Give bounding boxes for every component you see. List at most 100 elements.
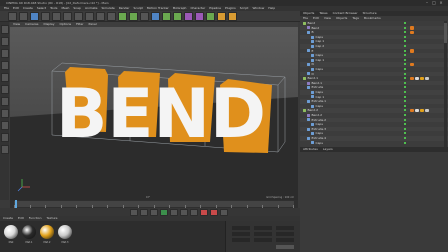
enable-check-icon[interactable] [404,35,406,38]
enable-check-icon[interactable] [404,81,406,84]
object-tag-icon[interactable] [410,108,414,113]
enable-check-icon[interactable] [404,137,406,139]
go-to-start-icon[interactable] [130,208,138,216]
enable-check-icon[interactable] [404,72,406,75]
object-tag-icon[interactable] [410,26,414,30]
material-swatch[interactable] [22,225,36,239]
edges-mode-icon[interactable] [0,85,9,94]
enable-check-icon[interactable] [404,132,406,135]
deformer-icon[interactable] [195,11,204,21]
position-y-field[interactable] [232,232,250,236]
timeline-ruler[interactable] [14,201,294,208]
enable-check-icon[interactable] [404,141,406,144]
next-key-icon[interactable] [180,208,188,216]
enable-check-icon[interactable] [404,54,406,57]
close-button[interactable]: × [438,1,444,5]
coordinate-system-icon[interactable] [107,11,116,21]
enable-check-icon[interactable] [404,63,406,66]
spline-pen-icon[interactable] [162,11,171,21]
enable-check-icon[interactable] [404,22,406,24]
size-z-field[interactable] [254,238,272,242]
enable-check-icon[interactable] [404,100,406,103]
enable-check-icon[interactable] [404,58,406,61]
y-axis-icon[interactable] [85,11,94,21]
go-to-end-icon[interactable] [190,208,198,216]
object-tag-icon[interactable] [415,76,419,81]
object-tag-icon[interactable] [425,108,429,113]
record-icon[interactable] [200,208,208,216]
enable-check-icon[interactable] [404,109,406,112]
x-axis-icon[interactable] [74,11,83,21]
object-tag-icon[interactable] [420,108,424,113]
enable-check-icon[interactable] [404,40,406,43]
rotation-h-field[interactable] [276,226,294,230]
make-editable-icon[interactable] [0,25,9,34]
previous-key-icon[interactable] [140,208,148,216]
enable-check-icon[interactable] [404,118,406,121]
undo-icon[interactable] [8,11,17,21]
enable-check-icon[interactable] [404,127,406,130]
object-tag-icon[interactable] [410,30,414,35]
rotation-b-field[interactable] [276,238,294,242]
enable-check-icon[interactable] [404,86,406,89]
position-z-field[interactable] [232,238,250,242]
size-y-field[interactable] [254,232,272,236]
play-icon[interactable] [160,208,168,216]
axis-mode-icon[interactable] [0,109,9,118]
minimize-button[interactable]: – [424,1,430,5]
subdivision-icon[interactable] [173,11,182,21]
model-mode-icon[interactable] [0,37,9,46]
enable-check-icon[interactable] [404,77,406,80]
cube-icon[interactable] [151,11,160,21]
planar-workplane-icon[interactable] [0,145,9,154]
z-axis-icon[interactable] [96,11,105,21]
object-tag-icon[interactable] [420,76,424,81]
rotate-icon[interactable] [63,11,72,21]
camera-icon[interactable] [217,11,226,21]
object-row[interactable]: Caps [300,141,448,146]
enable-check-icon[interactable] [404,123,406,126]
enable-check-icon[interactable] [404,26,406,29]
cloner-icon[interactable] [184,11,193,21]
size-x-field[interactable] [254,226,272,230]
object-tag-icon[interactable] [410,62,414,67]
scale-icon[interactable] [52,11,61,21]
material-swatch[interactable] [4,225,18,239]
previous-frame-icon[interactable] [150,208,158,216]
enable-check-icon[interactable] [404,95,406,98]
redo-icon[interactable] [19,11,28,21]
texture-mode-icon[interactable] [0,49,9,58]
enable-check-icon[interactable] [404,31,406,34]
object-tag-icon[interactable] [410,49,414,53]
points-mode-icon[interactable] [0,73,9,82]
snap-icon[interactable] [0,121,9,130]
timeline[interactable] [10,200,298,208]
lock-workplane-icon[interactable] [0,133,9,142]
object-manager-scrollbar[interactable] [444,21,447,147]
light-icon[interactable] [228,11,237,21]
viewport[interactable]: BEND [10,27,298,200]
maximize-button[interactable]: □ [431,1,437,5]
autokey-icon[interactable] [210,208,218,216]
object-tag-icon[interactable] [415,108,419,113]
material-swatch[interactable] [40,225,54,239]
workplane-icon[interactable] [0,61,9,70]
material-swatch[interactable] [58,225,72,239]
keyframe-selection-icon[interactable] [220,208,228,216]
live-selection-icon[interactable] [30,11,39,21]
polygons-mode-icon[interactable] [0,97,9,106]
object-tag-icon[interactable] [410,76,414,81]
enable-check-icon[interactable] [404,68,406,70]
rotation-p-field[interactable] [276,232,294,236]
apply-button[interactable] [276,245,294,249]
render-view-icon[interactable] [118,11,127,21]
floor-icon[interactable] [206,11,215,21]
object-tag-icon[interactable] [425,76,429,81]
enable-check-icon[interactable] [404,45,406,47]
enable-check-icon[interactable] [404,114,406,116]
scrollbar-thumb[interactable] [444,23,447,43]
render-picture-viewer-icon[interactable] [129,11,138,21]
position-x-field[interactable] [232,226,250,230]
enable-check-icon[interactable] [404,91,406,93]
render-settings-icon[interactable] [140,11,149,21]
